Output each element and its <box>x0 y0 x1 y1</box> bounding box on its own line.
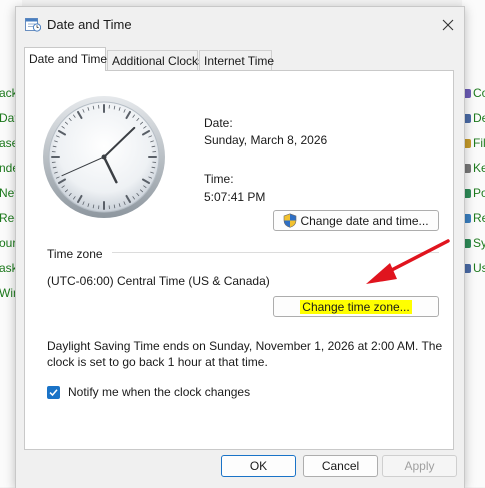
ok-button[interactable]: OK <box>221 455 296 477</box>
timezone-section-label: Time zone <box>47 247 103 261</box>
dst-info-line1: Daylight Saving Time ends on Sunday, Nov… <box>47 339 442 353</box>
bg-right-item[interactable]: De <box>462 111 485 125</box>
bg-right-item[interactable]: Co <box>462 86 485 100</box>
background-right-panel: Co De Fil Ke Po Re Sy Us <box>462 0 485 487</box>
time-label: Time: <box>204 172 234 186</box>
uac-shield-icon <box>283 213 297 228</box>
notify-checkbox[interactable] <box>47 386 60 399</box>
bg-left-item[interactable]: our <box>0 236 16 250</box>
bg-right-item[interactable]: Us <box>462 261 485 275</box>
tab-date-and-time[interactable]: Date and Time <box>24 47 106 71</box>
notify-checkbox-label[interactable]: Notify me when the clock changes <box>68 385 250 399</box>
time-value: 5:07:41 PM <box>204 190 265 204</box>
bg-right-item[interactable]: Po <box>462 186 485 200</box>
bg-right-item[interactable]: Ke <box>462 161 485 175</box>
tab-internet-time[interactable]: Internet Time <box>199 50 272 70</box>
date-time-app-icon <box>25 17 41 32</box>
cancel-button[interactable]: Cancel <box>303 455 378 477</box>
close-button[interactable] <box>436 13 460 37</box>
analog-clock <box>38 91 170 221</box>
close-icon <box>442 19 454 31</box>
change-time-zone-button[interactable]: Change time zone... <box>273 296 439 317</box>
title-bar[interactable]: Date and Time <box>16 7 464 41</box>
checkmark-icon <box>49 388 58 397</box>
bg-right-item[interactable]: Re <box>462 211 485 225</box>
apply-button: Apply <box>382 455 457 477</box>
dialog-title: Date and Time <box>47 17 132 32</box>
timezone-value: (UTC-06:00) Central Time (US & Canada) <box>47 274 270 288</box>
date-value: Sunday, March 8, 2026 <box>204 133 327 147</box>
change-date-time-button[interactable]: Change date and time... <box>273 210 439 231</box>
bg-right-item[interactable]: Sy <box>462 236 485 250</box>
annotation-arrow <box>360 235 455 290</box>
date-label: Date: <box>204 116 233 130</box>
dst-info-line2: clock is set to go back 1 hour at that t… <box>47 355 268 369</box>
tab-additional-clocks[interactable]: Additional Clocks <box>107 50 198 70</box>
bg-right-item[interactable]: Fil <box>462 136 485 150</box>
